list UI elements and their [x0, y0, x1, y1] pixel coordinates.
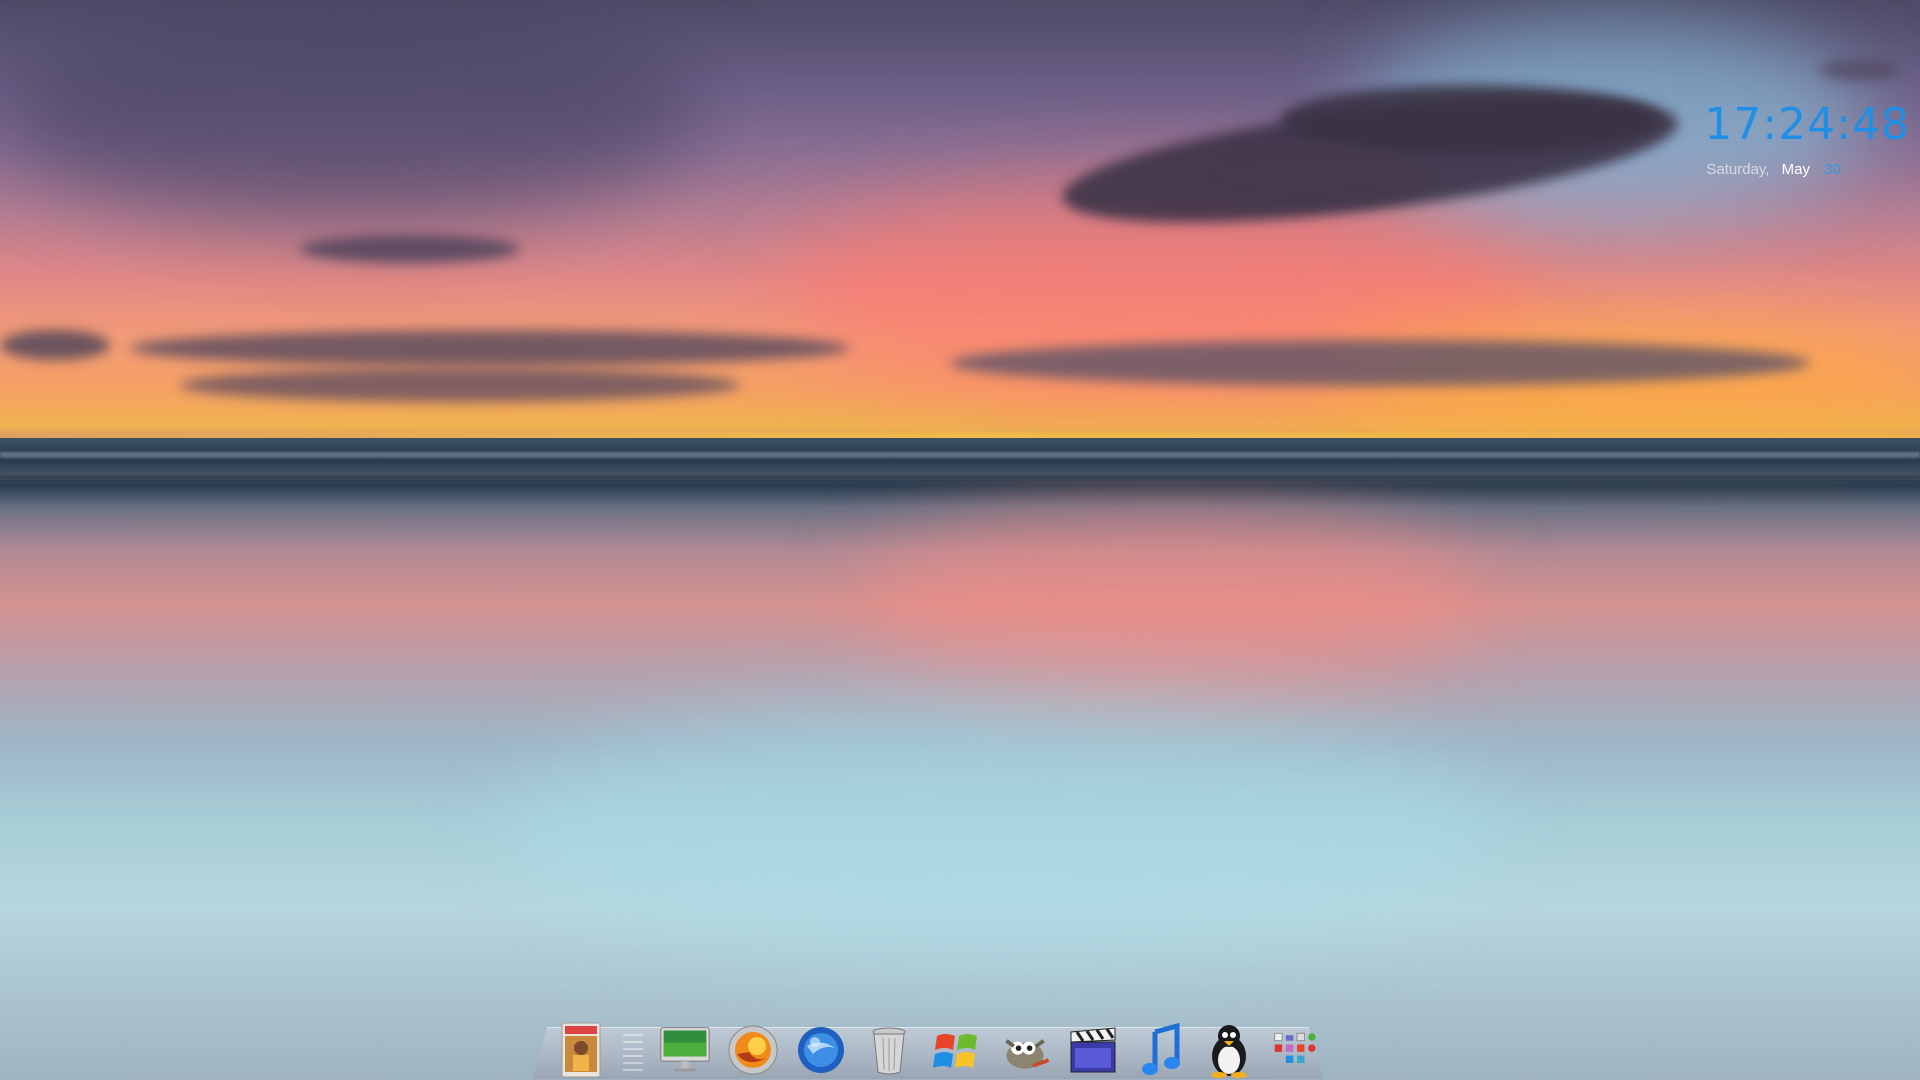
wallpaper-cloud	[950, 340, 1810, 386]
firefox-logo-icon	[728, 1025, 778, 1075]
wallpaper-shore-line	[0, 476, 1920, 480]
wallpaper-cloud	[1820, 60, 1900, 80]
wallpaper-cloud	[130, 330, 850, 366]
wallpaper-cloud	[300, 235, 520, 263]
clock-date: Saturday, May 30	[1704, 161, 1910, 178]
wallpaper-cloud	[180, 368, 740, 402]
clock-month: May	[1781, 161, 1810, 178]
clapperboard-icon	[1070, 1027, 1116, 1073]
wallpaper-sky-glow	[500, 700, 1500, 960]
dock-items	[555, 1010, 1323, 1078]
clock-weekday: Saturday,	[1706, 161, 1770, 178]
music-note-icon	[1142, 1022, 1180, 1075]
nba-2k10-game-icon[interactable]	[555, 1022, 607, 1078]
linux-tux-icon[interactable]	[1203, 1024, 1255, 1078]
faint-widget-text	[1745, 258, 1748, 270]
wallpaper-sky-glow	[860, 500, 1480, 700]
wallpaper-sea-foam	[0, 452, 1920, 458]
wallpaper-cloud	[0, 330, 110, 360]
clock-day: 30	[1824, 161, 1841, 178]
app-stack-icon	[1274, 1032, 1316, 1063]
gimp-icon[interactable]	[999, 1024, 1051, 1076]
clock-time: 17:24:48	[1704, 99, 1910, 150]
gimp-wilber-icon	[1005, 1039, 1050, 1069]
thunderbird-icon[interactable]	[795, 1024, 847, 1076]
windows-icon[interactable]	[931, 1024, 983, 1076]
clock-widget: 17:24:48 Saturday, May 30	[1704, 99, 1910, 179]
trash-can-icon	[872, 1027, 906, 1075]
wallpaper-cloud	[1190, 145, 1430, 205]
wallpaper-sky-glow	[780, 180, 1540, 400]
dock-separator	[623, 1034, 643, 1074]
wallpaper-sky-glow	[1320, 330, 1920, 420]
desktop[interactable]: 17:24:48 Saturday, May 30	[0, 0, 1920, 1080]
wallpaper-sea	[0, 438, 1920, 480]
itunes-music-icon[interactable]	[1135, 1022, 1187, 1076]
wallpaper-cloud	[1280, 85, 1660, 155]
wallpaper-cloud	[1056, 72, 1684, 248]
imac-computer-icon[interactable]	[659, 1024, 711, 1076]
game-cover-icon	[561, 1022, 601, 1078]
firefox-icon[interactable]	[727, 1024, 779, 1076]
video-clapper-icon[interactable]	[1067, 1024, 1119, 1076]
imac-icon	[660, 1027, 710, 1072]
windows-logo-icon	[933, 1034, 977, 1068]
wallpaper-horizon	[0, 432, 1920, 442]
blue-globe-icon	[798, 1027, 844, 1073]
wallpaper-sky-glow	[0, 0, 700, 220]
applications-stack-icon[interactable]	[1271, 1024, 1323, 1076]
trash-icon[interactable]	[863, 1024, 915, 1076]
tux-penguin-icon	[1211, 1025, 1247, 1078]
